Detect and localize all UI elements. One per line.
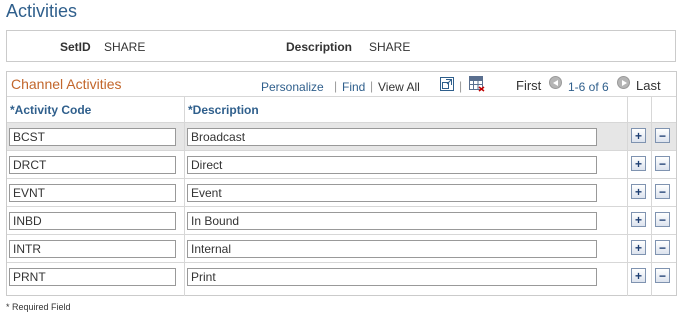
delete-row-icon: − [658,268,666,283]
table-row: + − [7,235,676,263]
add-row-button[interactable]: + [631,240,646,255]
delete-row-icon: − [658,212,666,227]
channel-activities-grid: Channel Activities Personalize | Find | … [6,71,677,296]
personalize-link[interactable]: Personalize [261,80,324,94]
activity-code-input[interactable] [9,156,176,174]
column-header-activity-code[interactable]: *Activity Code [10,103,91,117]
nav-separator: | [334,79,338,93]
nav-separator: | [459,79,463,93]
add-row-icon: + [634,212,642,227]
delete-row-button[interactable]: − [655,240,670,255]
add-row-button[interactable]: + [631,268,646,283]
activity-code-input[interactable] [9,268,176,286]
setid-label: SetID [60,40,91,54]
delete-row-icon: − [658,184,666,199]
description-input[interactable] [187,240,597,258]
table-row: + − [7,123,676,151]
description-label: Description [286,40,353,54]
delete-row-button[interactable]: − [655,156,670,171]
table-row: + − [7,263,676,291]
next-arrow-icon[interactable] [617,76,630,89]
description-value: SHARE [369,40,411,54]
add-row-button[interactable]: + [631,128,646,143]
activity-code-input[interactable] [9,240,176,258]
page-title: Activities [6,1,78,21]
zoom-icon[interactable] [440,77,454,91]
find-link[interactable]: Find [342,80,365,94]
setid-value: SHARE [104,40,146,54]
column-header-row: *Activity Code *Description [7,96,676,123]
activity-code-input[interactable] [9,128,176,146]
delete-row-icon: − [658,156,666,171]
add-row-icon: + [634,184,642,199]
nav-separator: | [370,79,374,93]
view-all-link[interactable]: View All [378,80,420,94]
table-row: + − [7,151,676,179]
first-label: First [516,78,542,93]
description-input[interactable] [187,212,597,230]
delete-row-button[interactable]: − [655,212,670,227]
activity-code-input[interactable] [9,212,176,230]
activity-code-input[interactable] [9,184,176,202]
add-row-icon: + [634,156,642,171]
header-section: SetID SHARE Description SHARE [6,30,676,62]
column-divider [184,96,185,296]
description-input[interactable] [187,128,597,146]
required-field-note: * Required Field [6,302,71,312]
description-input[interactable] [187,184,597,202]
add-row-button[interactable]: + [631,184,646,199]
delete-row-button[interactable]: − [655,128,670,143]
column-divider [651,96,652,296]
table-row: + − [7,179,676,207]
add-row-button[interactable]: + [631,156,646,171]
last-label: Last [636,78,661,93]
description-input[interactable] [187,268,597,286]
delete-row-button[interactable]: − [655,184,670,199]
download-grid-icon[interactable] [469,76,485,92]
column-header-description[interactable]: *Description [188,103,259,117]
add-row-icon: + [634,128,642,143]
add-row-icon: + [634,268,642,283]
previous-arrow-icon[interactable] [549,76,562,89]
grid-title: Channel Activities [11,76,122,92]
add-row-icon: + [634,240,642,255]
table-row: + − [7,207,676,235]
add-row-button[interactable]: + [631,212,646,227]
delete-row-button[interactable]: − [655,268,670,283]
delete-row-icon: − [658,240,666,255]
delete-row-icon: − [658,128,666,143]
row-range: 1-6 of 6 [568,80,609,94]
column-divider [627,96,628,296]
description-input[interactable] [187,156,597,174]
